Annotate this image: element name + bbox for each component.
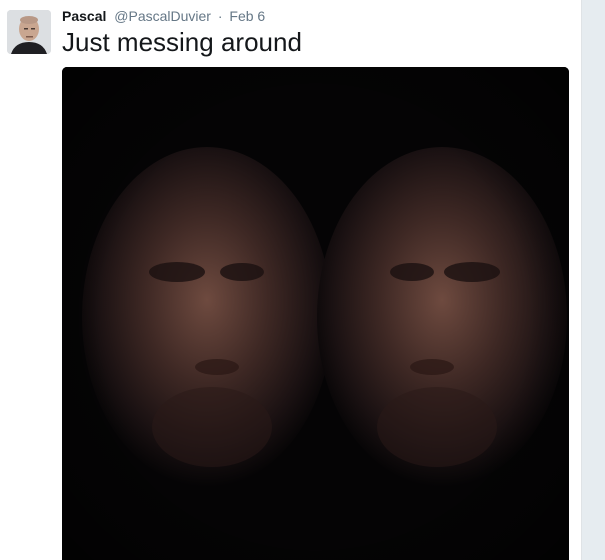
tweet-text: Just messing around (62, 27, 302, 57)
timeline-page: Pascal @PascalDuvier · Feb 6 Just messin… (0, 0, 605, 560)
author-handle[interactable]: @PascalDuvier (114, 8, 211, 24)
profile-photo-icon (7, 10, 51, 54)
right-rail (581, 0, 605, 560)
mirrored-face-photo-icon (62, 67, 569, 560)
tweet-media[interactable] (62, 67, 569, 560)
tweet-date[interactable]: Feb 6 (229, 8, 265, 24)
tweet-header: Pascal @PascalDuvier · Feb 6 (62, 6, 265, 26)
header-separator: · (217, 8, 223, 24)
tweet[interactable]: Pascal @PascalDuvier · Feb 6 Just messin… (0, 0, 580, 560)
author-name[interactable]: Pascal (62, 8, 106, 24)
avatar[interactable] (7, 10, 51, 54)
